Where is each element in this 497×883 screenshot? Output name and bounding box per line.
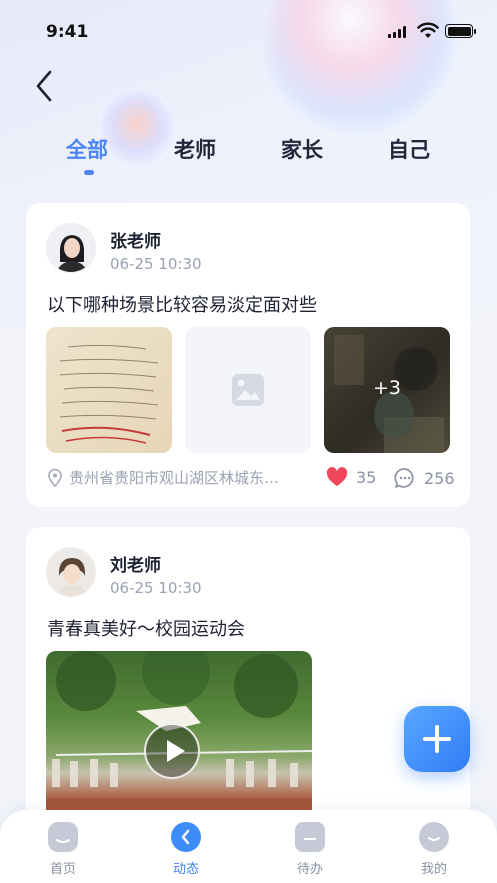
heart-icon xyxy=(326,467,348,486)
author-name[interactable]: 刘老师 xyxy=(110,551,161,576)
play-icon[interactable] xyxy=(144,723,200,779)
tabbar-item-dynamic[interactable]: 动态 xyxy=(146,822,226,877)
tabbar-item-home[interactable]: 首页 xyxy=(23,822,103,877)
tab-parent[interactable]: 家长 xyxy=(281,134,323,164)
post-image[interactable] xyxy=(46,327,172,453)
image-placeholder-icon xyxy=(232,374,264,406)
location-text: 贵州省贵阳市观山湖区林城东… xyxy=(69,469,280,487)
post-image-placeholder[interactable] xyxy=(185,327,311,453)
tabbar-item-profile[interactable]: 我的 xyxy=(394,822,474,877)
post-video[interactable] xyxy=(46,651,312,821)
profile-icon xyxy=(419,822,449,852)
tab-teacher[interactable]: 老师 xyxy=(174,134,216,164)
status-bar: 9:41 xyxy=(0,0,497,60)
post-card[interactable]: 刘老师 06-25 10:30 青春真美好～校园运动会 xyxy=(26,527,470,847)
post-date: 06-25 10:30 xyxy=(110,579,202,597)
like-count: 35 xyxy=(356,467,377,487)
comment-icon xyxy=(394,468,414,488)
add-post-button[interactable] xyxy=(404,706,470,772)
todo-icon xyxy=(295,822,325,852)
battery-icon xyxy=(445,24,476,38)
post-card[interactable]: 张老师 06-25 10:30 以下哪种场景比较容易淡定面对些 +3 贵州省贵阳… xyxy=(26,203,470,507)
more-images-count: +3 xyxy=(372,377,401,399)
filter-tabs: 全部 老师 家长 自己 xyxy=(0,134,497,184)
location-pin-icon xyxy=(48,468,62,487)
tab-self[interactable]: 自己 xyxy=(388,134,430,164)
location[interactable]: 贵州省贵阳市观山湖区林城东… xyxy=(47,467,279,488)
like-button[interactable]: 35 xyxy=(326,467,376,487)
signal-icon xyxy=(388,26,406,38)
post-content[interactable]: 以下哪种场景比较容易淡定面对些 xyxy=(47,291,317,317)
tabbar-label: 我的 xyxy=(420,862,447,877)
wifi-icon xyxy=(417,22,439,38)
post-content[interactable]: 青春真美好～校园运动会 xyxy=(47,615,245,641)
avatar[interactable] xyxy=(46,223,96,273)
active-tab-indicator xyxy=(84,170,94,175)
tab-all[interactable]: 全部 xyxy=(66,134,108,164)
comment-count: 256 xyxy=(424,468,455,488)
post-image-more[interactable]: +3 xyxy=(324,327,450,453)
bottom-tabbar: 首页 动态 待办 我的 xyxy=(0,810,497,883)
tabbar-item-todo[interactable]: 待办 xyxy=(270,822,350,877)
back-icon[interactable] xyxy=(30,68,60,104)
comment-button[interactable]: 256 xyxy=(394,467,455,489)
status-time: 9:41 xyxy=(46,22,89,42)
author-name[interactable]: 张老师 xyxy=(110,227,161,252)
tabbar-label: 动态 xyxy=(172,862,199,877)
dynamic-icon xyxy=(171,822,201,852)
avatar[interactable] xyxy=(46,547,96,597)
home-icon xyxy=(48,822,78,852)
tabbar-label: 待办 xyxy=(296,862,323,877)
tabbar-label: 首页 xyxy=(49,862,76,877)
post-date: 06-25 10:30 xyxy=(110,255,202,273)
